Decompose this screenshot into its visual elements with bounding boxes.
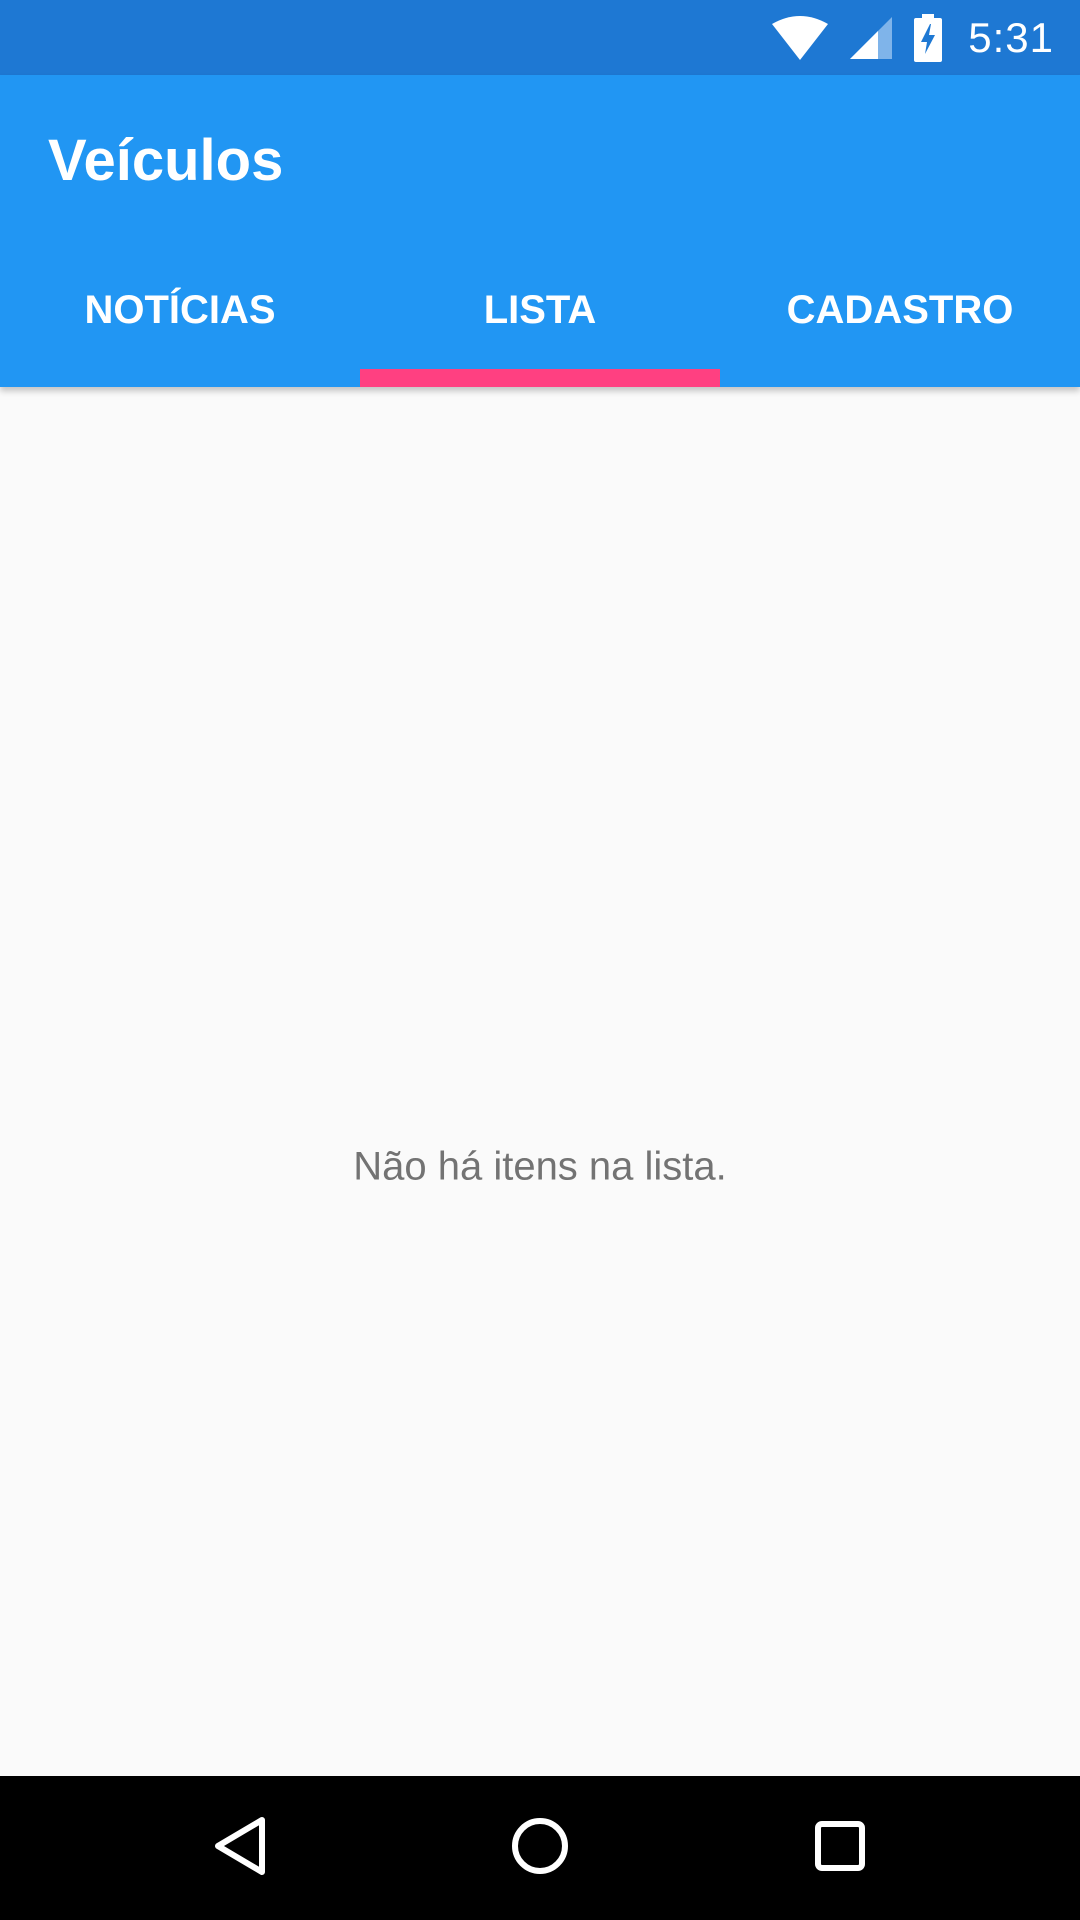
tab-cadastro[interactable]: CADASTRO	[720, 257, 1080, 387]
home-icon	[511, 1817, 569, 1880]
back-button[interactable]	[168, 1776, 312, 1920]
status-icons: 5:31	[772, 0, 1054, 75]
page-title: Veículos	[48, 128, 284, 193]
app-bar: Veículos NOTÍCIAS LISTA CADASTRO	[0, 75, 1080, 387]
status-bar: 5:31	[0, 0, 1080, 75]
recents-icon	[814, 1820, 866, 1877]
tab-label: LISTA	[483, 287, 597, 332]
tab-noticias[interactable]: NOTÍCIAS	[0, 257, 360, 387]
empty-list-message: Não há itens na lista.	[353, 1144, 727, 1189]
battery-charging-icon	[914, 13, 943, 62]
cellular-signal-icon	[850, 16, 893, 59]
tab-label: NOTÍCIAS	[84, 287, 276, 332]
navigation-bar	[0, 1776, 1080, 1920]
tab-selected-indicator	[360, 369, 720, 387]
recents-button[interactable]	[768, 1776, 912, 1920]
tab-bar: NOTÍCIAS LISTA CADASTRO	[0, 257, 1080, 387]
status-clock: 5:31	[968, 13, 1054, 61]
tab-lista[interactable]: LISTA	[360, 257, 720, 387]
home-button[interactable]	[468, 1776, 612, 1920]
back-icon	[212, 1816, 268, 1881]
wifi-icon	[772, 15, 829, 60]
list-content: Não há itens na lista.	[0, 387, 1080, 1776]
tab-label: CADASTRO	[786, 287, 1014, 332]
